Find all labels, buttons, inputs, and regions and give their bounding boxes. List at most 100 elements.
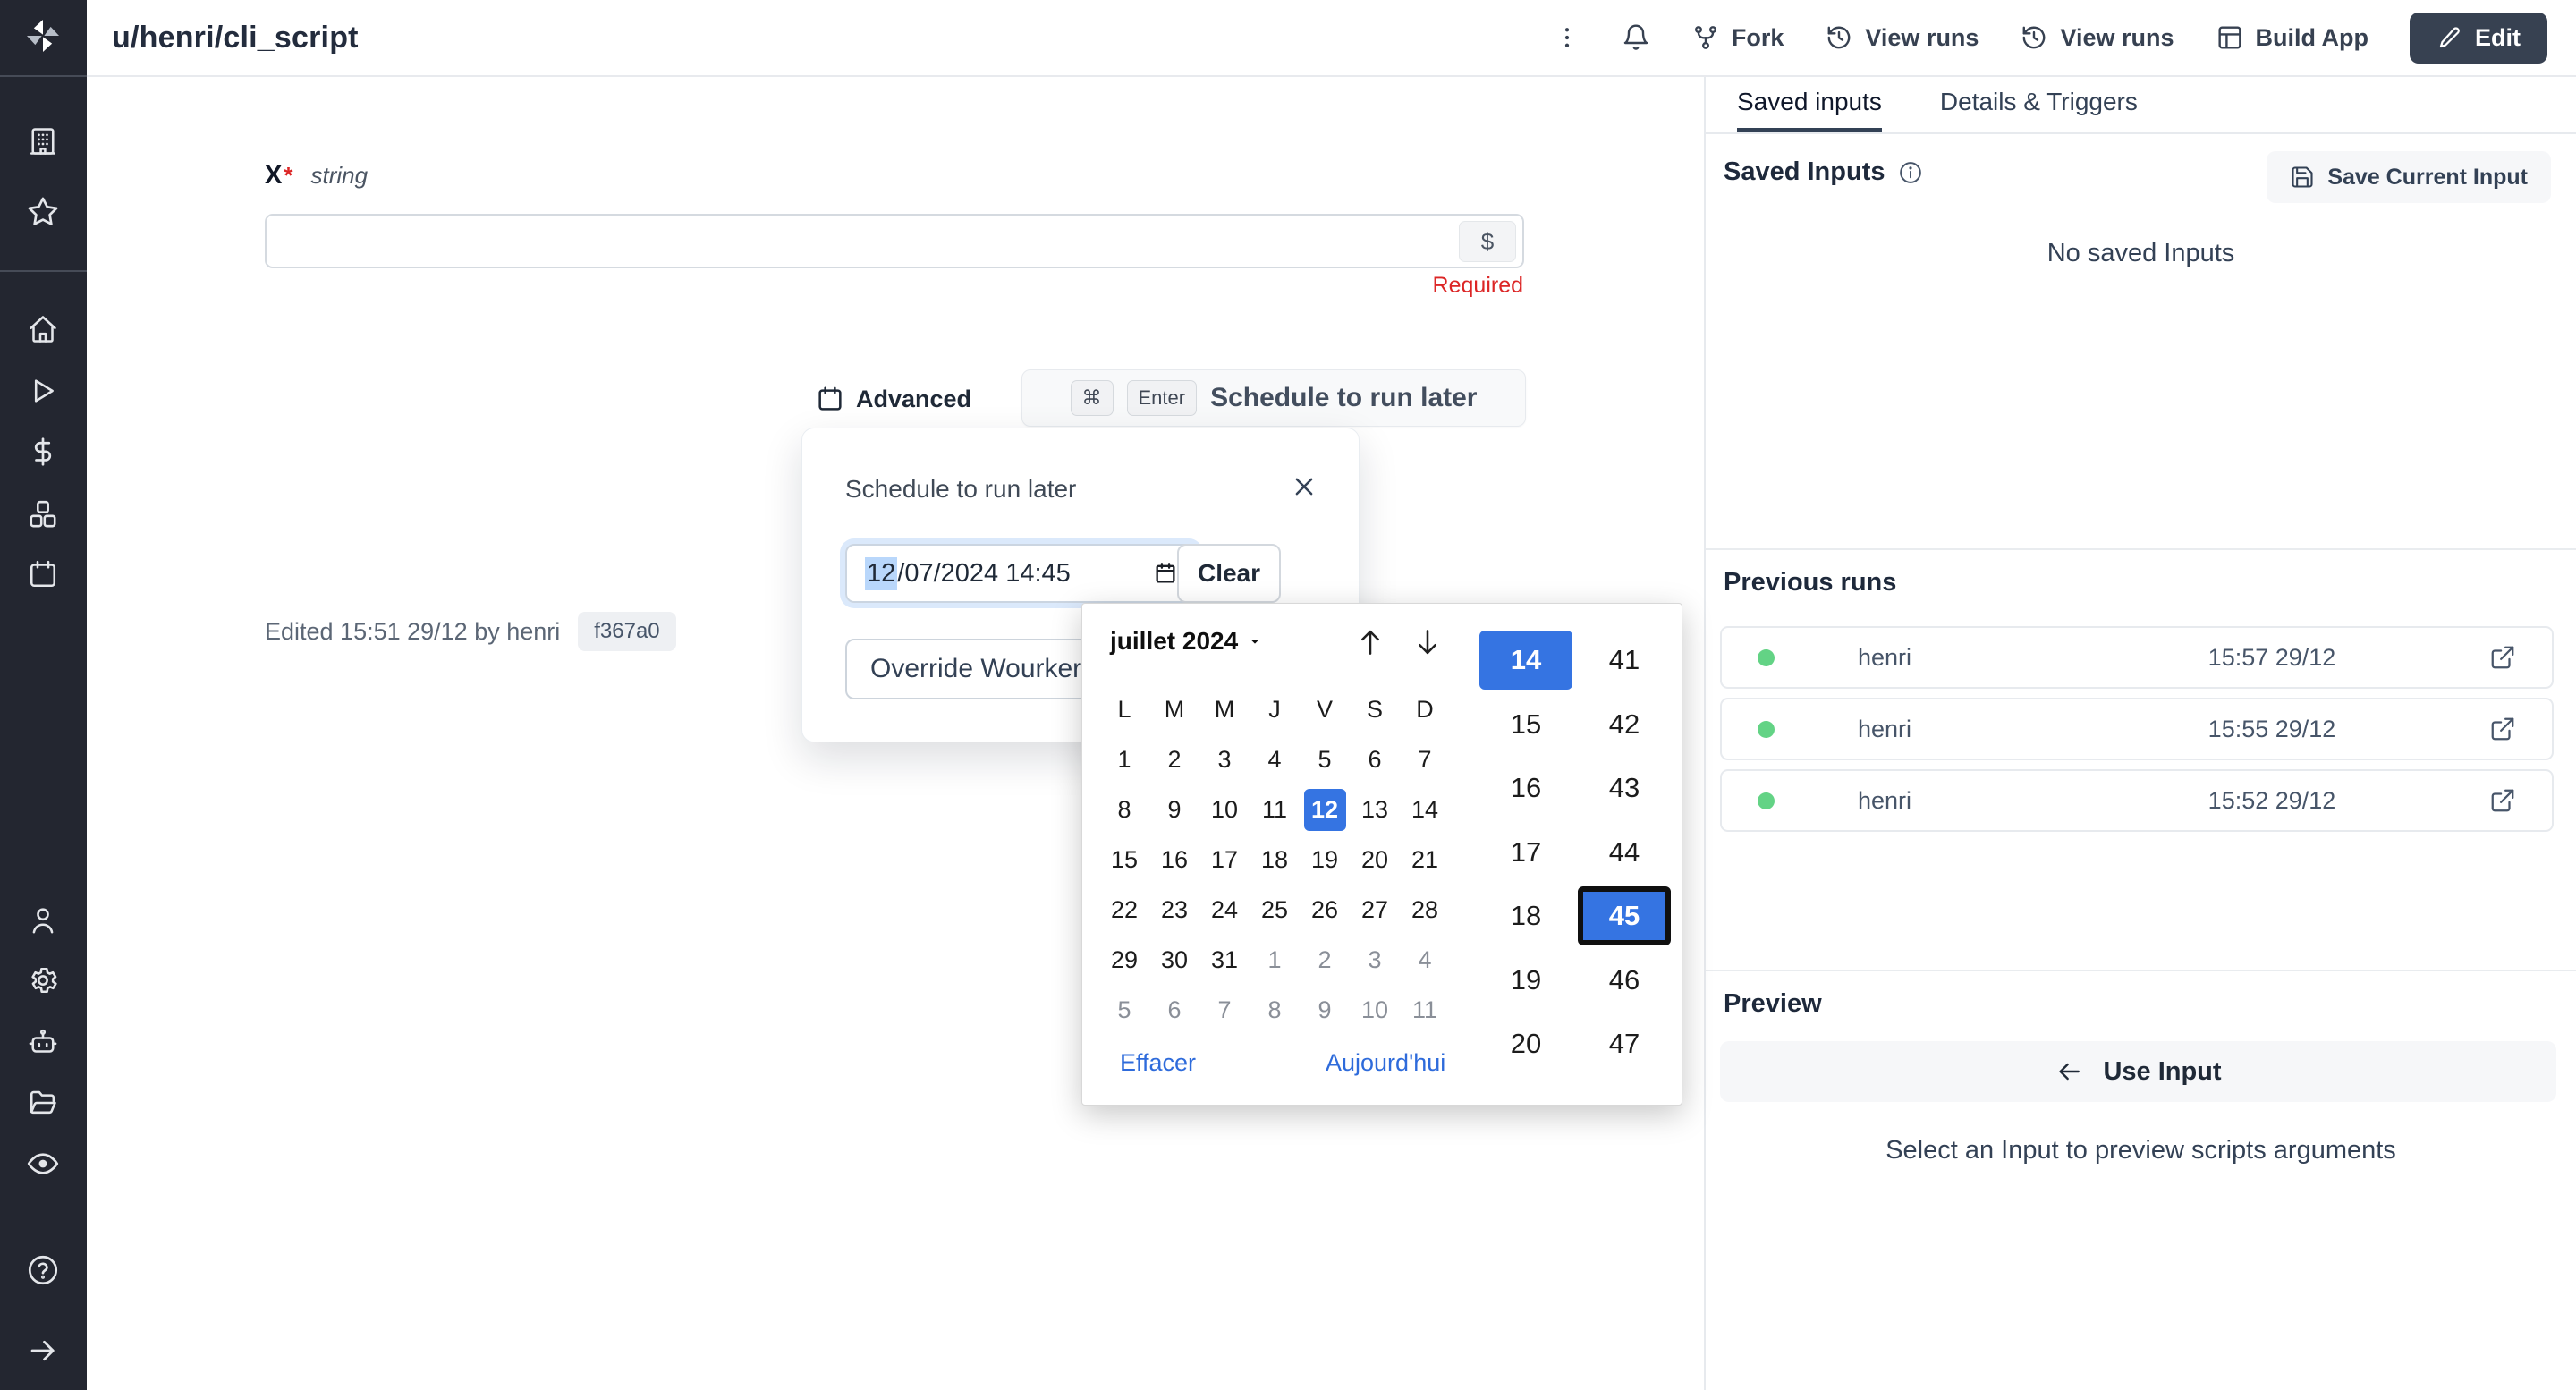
- calendar-day[interactable]: 28: [1400, 885, 1450, 935]
- picker-clear-link[interactable]: Effacer: [1120, 1049, 1196, 1077]
- hour-option[interactable]: 20: [1479, 1014, 1572, 1073]
- windmill-logo[interactable]: [22, 15, 64, 56]
- calendar-day[interactable]: 9: [1149, 784, 1199, 835]
- tab-saved-inputs[interactable]: Saved inputs: [1737, 75, 1882, 132]
- calendar-day[interactable]: 14: [1400, 784, 1450, 835]
- calendar-day[interactable]: 11: [1250, 784, 1300, 835]
- calendar-day[interactable]: 26: [1300, 885, 1350, 935]
- calendar-day[interactable]: 17: [1199, 835, 1250, 885]
- calendar-day[interactable]: 31: [1199, 935, 1250, 985]
- calendar-day[interactable]: 5: [1099, 985, 1149, 1035]
- minute-option[interactable]: 46: [1578, 951, 1671, 1010]
- build-app-button[interactable]: Build App: [2216, 23, 2368, 52]
- home-icon[interactable]: [27, 313, 59, 345]
- calendar-day[interactable]: 22: [1099, 885, 1149, 935]
- minute-option[interactable]: 47: [1578, 1014, 1671, 1073]
- hour-option[interactable]: 17: [1479, 823, 1572, 882]
- calendar-day[interactable]: 16: [1149, 835, 1199, 885]
- calendar-day[interactable]: 20: [1350, 835, 1400, 885]
- minute-option[interactable]: 44: [1578, 823, 1671, 882]
- calendar-day[interactable]: 13: [1350, 784, 1400, 835]
- schedules-calendar-icon[interactable]: [27, 558, 59, 590]
- calendar-day[interactable]: 3: [1350, 935, 1400, 985]
- previous-run-row[interactable]: henri 15:57 29/12: [1720, 626, 2554, 689]
- calendar-day[interactable]: 30: [1149, 935, 1199, 985]
- external-link-icon[interactable]: [2489, 644, 2516, 671]
- schedule-to-run-later-button[interactable]: ⌘ Enter Schedule to run later: [1021, 369, 1526, 427]
- kebab-menu-icon[interactable]: [1554, 24, 1580, 51]
- calendar-day[interactable]: 23: [1149, 885, 1199, 935]
- notifications-bell-icon[interactable]: [1622, 23, 1650, 52]
- calendar-day[interactable]: 5: [1300, 734, 1350, 784]
- previous-month-arrow-icon[interactable]: [1353, 625, 1387, 659]
- external-link-icon[interactable]: [2489, 716, 2516, 742]
- resources-cubes-icon[interactable]: [27, 498, 59, 530]
- calendar-day[interactable]: 8: [1099, 784, 1149, 835]
- calendar-day[interactable]: 1: [1250, 935, 1300, 985]
- datetime-input[interactable]: 12/07/2024 14:45: [845, 544, 1198, 603]
- minute-option[interactable]: 45: [1578, 886, 1671, 945]
- hour-option[interactable]: 14: [1479, 631, 1572, 690]
- hour-option[interactable]: 15: [1479, 695, 1572, 754]
- tab-details-triggers[interactable]: Details & Triggers: [1940, 75, 2138, 132]
- dollar-suffix-button[interactable]: $: [1459, 221, 1516, 262]
- hour-option[interactable]: 16: [1479, 759, 1572, 818]
- view-runs-button-2[interactable]: View runs: [2020, 23, 2174, 52]
- clear-button[interactable]: Clear: [1177, 544, 1281, 603]
- info-icon[interactable]: [1898, 160, 1923, 185]
- calendar-day[interactable]: 24: [1199, 885, 1250, 935]
- calendar-day[interactable]: 6: [1350, 734, 1400, 784]
- calendar-day[interactable]: 21: [1400, 835, 1450, 885]
- picker-today-link[interactable]: Aujourd'hui: [1326, 1049, 1445, 1077]
- external-link-icon[interactable]: [2489, 787, 2516, 814]
- x-string-input[interactable]: $: [265, 214, 1524, 268]
- calendar-day[interactable]: 19: [1300, 835, 1350, 885]
- view-runs-button-1[interactable]: View runs: [1825, 23, 1979, 52]
- hour-option[interactable]: 18: [1479, 886, 1572, 945]
- calendar-day[interactable]: 27: [1350, 885, 1400, 935]
- save-current-input-button[interactable]: Save Current Input: [2267, 151, 2551, 203]
- workspace-icon[interactable]: [27, 125, 59, 157]
- calendar-day[interactable]: 2: [1300, 935, 1350, 985]
- help-icon[interactable]: [26, 1253, 60, 1287]
- calendar-day[interactable]: 4: [1400, 935, 1450, 985]
- calendar-day[interactable]: 4: [1250, 734, 1300, 784]
- folders-icon[interactable]: [27, 1087, 59, 1119]
- settings-gear-icon[interactable]: [27, 964, 59, 996]
- calendar-day[interactable]: 12: [1300, 784, 1350, 835]
- previous-run-row[interactable]: henri 15:55 29/12: [1720, 698, 2554, 760]
- calendar-day[interactable]: 1: [1099, 734, 1149, 784]
- calendar-day[interactable]: 18: [1250, 835, 1300, 885]
- calendar-day[interactable]: 6: [1149, 985, 1199, 1035]
- use-input-button[interactable]: Use Input: [1720, 1041, 2556, 1102]
- calendar-day[interactable]: 10: [1350, 985, 1400, 1035]
- user-icon[interactable]: [27, 904, 59, 937]
- calendar-day[interactable]: 11: [1400, 985, 1450, 1035]
- hour-option[interactable]: 19: [1479, 951, 1572, 1010]
- edit-button[interactable]: Edit: [2410, 13, 2547, 64]
- favorites-star-icon[interactable]: [26, 195, 60, 229]
- calendar-day[interactable]: 9: [1300, 985, 1350, 1035]
- calendar-day[interactable]: 15: [1099, 835, 1149, 885]
- month-dropdown[interactable]: juillet 2024: [1110, 627, 1263, 656]
- expand-arrow-icon[interactable]: [27, 1335, 59, 1367]
- variables-dollar-icon[interactable]: [27, 436, 59, 468]
- calendar-day[interactable]: 2: [1149, 734, 1199, 784]
- next-month-arrow-icon[interactable]: [1411, 625, 1445, 659]
- calendar-day[interactable]: 25: [1250, 885, 1300, 935]
- close-icon[interactable]: [1291, 473, 1318, 500]
- calendar-day[interactable]: 29: [1099, 935, 1149, 985]
- calendar-day[interactable]: 10: [1199, 784, 1250, 835]
- calendar-day[interactable]: 3: [1199, 734, 1250, 784]
- fork-button[interactable]: Fork: [1691, 23, 1784, 52]
- workers-robot-icon[interactable]: [27, 1026, 59, 1058]
- calendar-picker-icon[interactable]: [1153, 561, 1178, 586]
- calendar-day[interactable]: 7: [1400, 734, 1450, 784]
- previous-run-row[interactable]: henri 15:52 29/12: [1720, 769, 2554, 832]
- calendar-day[interactable]: 8: [1250, 985, 1300, 1035]
- minute-option[interactable]: 41: [1578, 631, 1671, 690]
- minute-option[interactable]: 43: [1578, 759, 1671, 818]
- eye-icon[interactable]: [26, 1147, 60, 1181]
- calendar-day[interactable]: 7: [1199, 985, 1250, 1035]
- minute-option[interactable]: 42: [1578, 695, 1671, 754]
